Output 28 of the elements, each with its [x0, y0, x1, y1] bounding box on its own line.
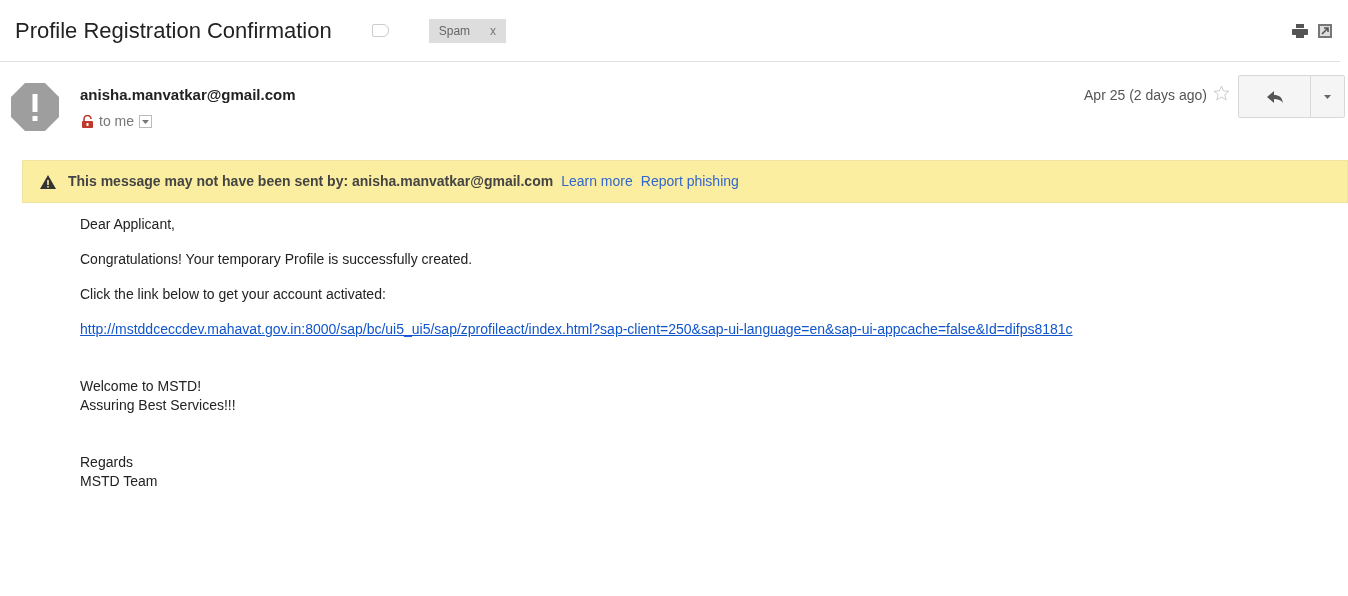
date-label: Apr 25 (2 days ago) [1084, 86, 1207, 105]
label-text: Spam [438, 22, 471, 40]
activation-link[interactable]: http://mstddceccdev.mahavat.gov.in:8000/sap/bc/ui5_ui5/sap/zprofileact/index.html?sap-client=250&sap-ui-language=en&sap-ui-appcache=false&Id=difps8181c [80, 320, 1302, 339]
warning-avatar-icon [10, 82, 60, 132]
body-text: Dear Applicant, [80, 215, 176, 234]
body-text: Regards [80, 453, 134, 472]
recipient-label: to me [99, 112, 134, 131]
body-text: Welcome to MSTD! [80, 377, 203, 396]
remove-label-button[interactable]: x [490, 21, 497, 40]
body-text: Assuring Best Services!!! [80, 396, 237, 415]
body-text: Congratulations! Your temporary Profile is successfully created. [80, 250, 474, 269]
warning-icon [40, 174, 56, 189]
details-dropdown[interactable] [139, 115, 152, 128]
warning-text: This message may not have been sent by: anisha.manvatkar@gmail.com [68, 172, 554, 191]
email-subject: Profile Registration Confirmation [15, 17, 332, 45]
warning-link[interactable]: Report phishing [640, 171, 739, 192]
print-icon[interactable] [1292, 23, 1308, 38]
caret-icon [142, 119, 149, 124]
warning-link[interactable]: Learn more [561, 171, 633, 192]
importance-marker-icon[interactable] [371, 24, 389, 37]
caret-icon [1324, 94, 1331, 99]
sender-email: anisha.manvatkar@gmail.com [80, 85, 297, 105]
new-window-icon[interactable] [1318, 23, 1332, 38]
body-text: MSTD Team [80, 472, 159, 491]
body-text: Click the link below to get your account activated: [80, 285, 387, 304]
reply-icon [1266, 90, 1283, 103]
star-icon[interactable] [1213, 85, 1230, 101]
lock-icon [82, 115, 93, 128]
